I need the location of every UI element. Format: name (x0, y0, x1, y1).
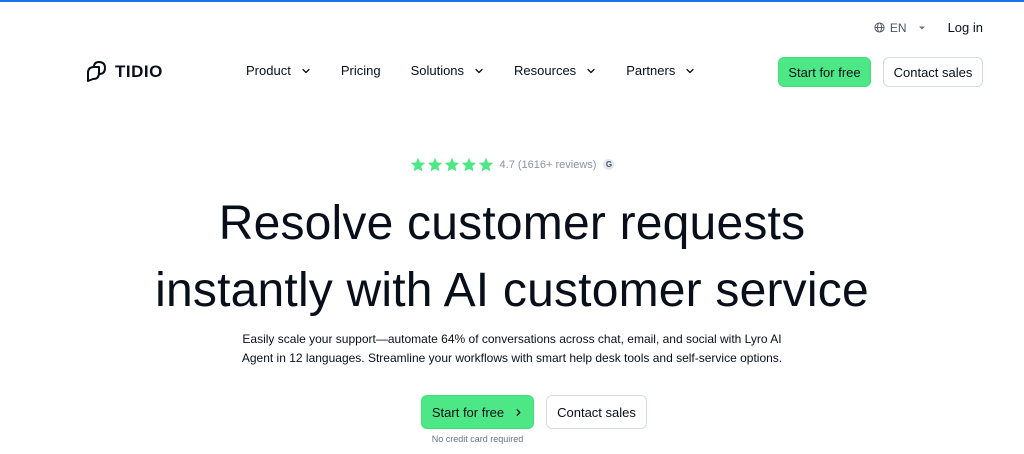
chevron-down-icon (302, 68, 310, 73)
tidio-logo[interactable]: TIDIO (84, 59, 163, 84)
chevron-right-icon (516, 408, 521, 416)
star-icon (461, 157, 476, 172)
rating-stars (410, 157, 494, 172)
globe-icon (874, 22, 885, 33)
chevron-down-icon (686, 68, 694, 73)
nav-menu: Product Pricing Solutions Resources Part… (246, 63, 695, 78)
language-selector[interactable]: EN (874, 21, 926, 35)
rating-text: 4.7 (1616+ reviews) (499, 158, 597, 171)
nav-start-for-free-button[interactable]: Start for free (778, 57, 871, 87)
caret-down-icon (918, 26, 925, 29)
hero-start-for-free-button[interactable]: Start for free (421, 395, 534, 429)
hero-start-for-free-label: Start for free (431, 404, 505, 420)
nav-item-solutions[interactable]: Solutions (411, 63, 484, 78)
headline-line-1: Resolve customer requests (218, 197, 806, 250)
top-accent-bar (0, 0, 1024, 2)
nav-item-label: Partners (626, 63, 676, 78)
headline-line-2: instantly with AI customer service (155, 264, 869, 317)
subheadline-line-1: Easily scale your support—automate 64% o… (242, 332, 782, 346)
language-label: EN (889, 20, 907, 35)
star-icon (444, 157, 459, 172)
subheadline-line-2: Agent in 12 languages. Streamline your w… (241, 351, 783, 365)
nav-item-label: Product (246, 63, 291, 78)
hero-contact-sales-button[interactable]: Contact sales (546, 395, 647, 429)
nav-item-label: Pricing (340, 63, 381, 78)
star-icon (410, 157, 425, 172)
star-icon (478, 157, 493, 172)
chevron-down-icon (587, 68, 595, 73)
nav-item-resources[interactable]: Resources (514, 63, 596, 78)
nav-item-label: Resources (514, 63, 577, 78)
nav-item-label: Solutions (410, 63, 465, 78)
logo-text: TIDIO (115, 61, 163, 81)
hero-headline: Resolve customer requests instantly with… (0, 190, 1024, 324)
no-credit-card-note: No credit card required (431, 434, 524, 444)
star-icon (427, 157, 442, 172)
review-site-badge: G (603, 159, 615, 170)
utility-bar: EN Log in (874, 20, 983, 35)
rating-summary: 4.7 (1616+ reviews) G (0, 157, 1024, 172)
nav-item-partners[interactable]: Partners (626, 63, 695, 78)
chevron-down-icon (475, 68, 483, 73)
hero-subheadline: Easily scale your support—automate 64% o… (0, 330, 1024, 368)
nav-item-product[interactable]: Product (246, 63, 311, 78)
nav-item-pricing[interactable]: Pricing (341, 63, 381, 78)
login-link[interactable]: Log in (948, 20, 983, 35)
nav-contact-sales-button[interactable]: Contact sales (883, 57, 983, 87)
tidio-logo-icon (87, 61, 106, 82)
main-nav: TIDIO Product Pricing Solutions Resource… (0, 57, 1024, 87)
